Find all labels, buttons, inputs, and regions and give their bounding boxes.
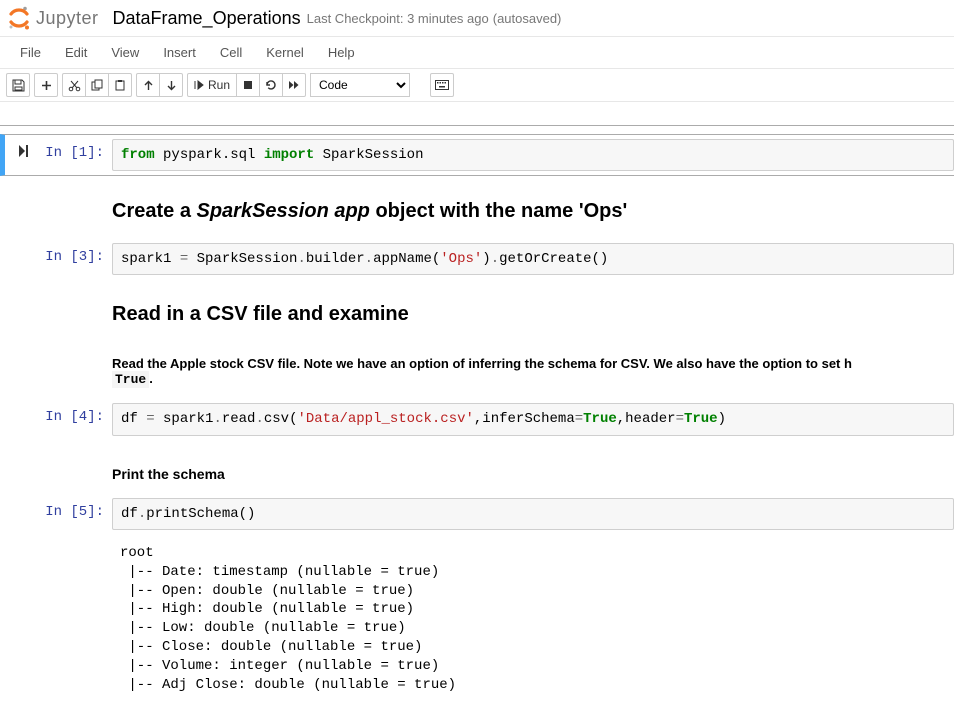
keyboard-icon <box>435 80 449 90</box>
header-bar: Jupyter DataFrame_Operations Last Checkp… <box>0 0 954 36</box>
autosave-status: (autosaved) <box>493 11 562 26</box>
run-icon <box>194 80 204 90</box>
markdown-heading: Create a SparkSession app object with th… <box>112 200 954 223</box>
code-cell[interactable]: In [1]: from pyspark.sql import SparkSes… <box>0 134 954 176</box>
scissors-icon <box>68 79 81 92</box>
copy-icon <box>91 79 103 91</box>
markdown-cell[interactable]: . Create a SparkSession app object with … <box>0 176 954 239</box>
input-prompt: In [3]: <box>42 243 112 275</box>
copy-button[interactable] <box>85 73 109 97</box>
notebook-title[interactable]: DataFrame_Operations <box>113 8 301 29</box>
save-button[interactable] <box>6 73 30 97</box>
markdown-cell[interactable]: . Print the schema <box>0 440 954 494</box>
run-indicator <box>6 139 42 171</box>
checkpoint-status: Last Checkpoint: 3 minutes ago <box>307 11 489 26</box>
output-cell: root |-- Date: timestamp (nullable = tru… <box>0 534 954 699</box>
move-down-button[interactable] <box>159 73 183 97</box>
menu-view[interactable]: View <box>99 37 151 68</box>
jupyter-logo[interactable]: Jupyter <box>6 5 99 31</box>
move-up-button[interactable] <box>136 73 160 97</box>
menu-cell[interactable]: Cell <box>208 37 254 68</box>
menu-help[interactable]: Help <box>316 37 367 68</box>
code-input[interactable]: spark1 = SparkSession.builder.appName('O… <box>112 243 954 275</box>
celltype-select[interactable]: Code <box>310 73 410 97</box>
fast-forward-icon <box>288 80 300 90</box>
step-forward-icon <box>19 145 29 157</box>
add-cell-button[interactable] <box>34 73 58 97</box>
plus-icon <box>41 80 52 91</box>
input-prompt: In [5]: <box>42 498 112 530</box>
paste-icon <box>114 79 126 91</box>
input-prompt: In [4]: <box>42 403 112 435</box>
code-input[interactable]: from pyspark.sql import SparkSession <box>112 139 954 171</box>
jupyter-logo-icon <box>6 5 32 31</box>
input-prompt: In [1]: <box>42 139 112 171</box>
menubar: File Edit View Insert Cell Kernel Help <box>0 36 954 69</box>
stop-icon <box>243 80 253 90</box>
code-cell[interactable]: In [4]: df = spark1.read.csv('Data/appl_… <box>0 399 954 439</box>
save-icon <box>12 79 25 92</box>
code-input[interactable]: df = spark1.read.csv('Data/appl_stock.cs… <box>112 403 954 435</box>
menu-insert[interactable]: Insert <box>151 37 208 68</box>
run-label: Run <box>208 78 230 92</box>
cut-button[interactable] <box>62 73 86 97</box>
code-cell[interactable]: In [3]: spark1 = SparkSession.builder.ap… <box>0 239 954 279</box>
markdown-heading: Read in a CSV file and examine <box>112 303 954 326</box>
toolbar: Run Code <box>0 69 954 102</box>
arrow-up-icon <box>143 80 154 91</box>
restart-icon <box>265 79 277 91</box>
code-input[interactable]: df.printSchema() <box>112 498 954 530</box>
markdown-cell[interactable]: . Read in a CSV file and examine <box>0 279 954 342</box>
markdown-cell[interactable]: . Read the Apple stock CSV file. Note we… <box>0 342 954 399</box>
markdown-text: Read the Apple stock CSV file. Note we h… <box>112 356 954 387</box>
menu-edit[interactable]: Edit <box>53 37 99 68</box>
command-palette-button[interactable] <box>430 73 454 97</box>
arrow-down-icon <box>166 80 177 91</box>
markdown-heading: Print the schema <box>112 466 954 482</box>
run-button[interactable]: Run <box>187 73 237 97</box>
menu-kernel[interactable]: Kernel <box>254 37 316 68</box>
paste-button[interactable] <box>108 73 132 97</box>
restart-button[interactable] <box>259 73 283 97</box>
interrupt-button[interactable] <box>236 73 260 97</box>
restart-run-all-button[interactable] <box>282 73 306 97</box>
menu-file[interactable]: File <box>8 37 53 68</box>
jupyter-logo-text: Jupyter <box>36 8 99 29</box>
notebook-container: In [1]: from pyspark.sql import SparkSes… <box>0 126 954 719</box>
output-text: root |-- Date: timestamp (nullable = tru… <box>112 538 954 695</box>
code-cell[interactable]: In [5]: df.printSchema() <box>0 494 954 534</box>
